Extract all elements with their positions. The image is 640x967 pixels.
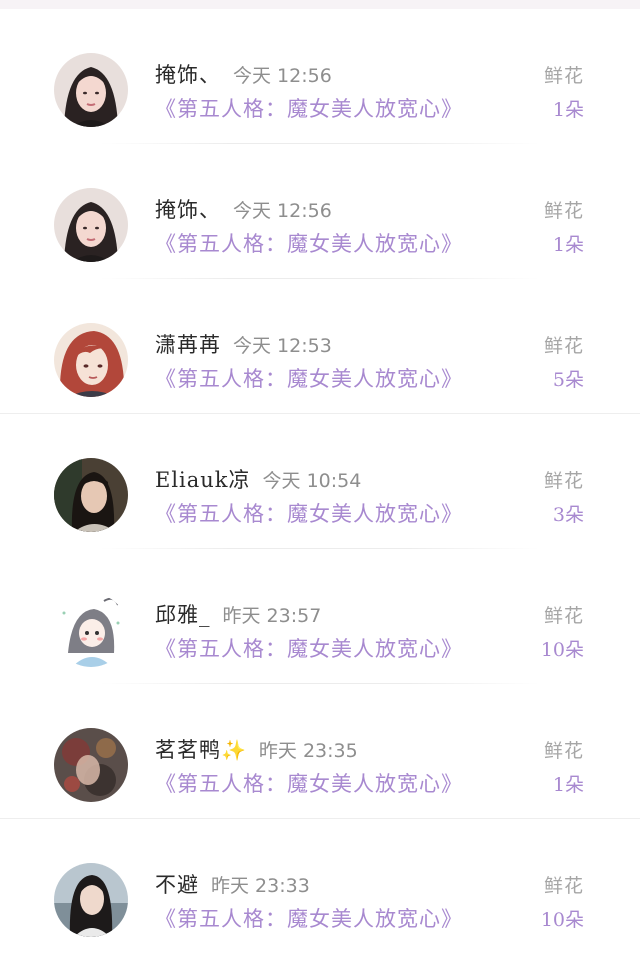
flower-label: 鲜花 bbox=[543, 740, 584, 762]
book-title[interactable]: 《第五人格：魔女美人放宽心》 bbox=[155, 633, 463, 663]
list-item[interactable]: 茗茗鸭✨ 昨天 23:35 《第五人格：魔女美人放宽心》 鲜花 1朵 bbox=[0, 684, 640, 819]
flower-label: 鲜花 bbox=[543, 65, 584, 87]
timestamp: 今天 12:53 bbox=[233, 335, 332, 357]
sparkle-icon: ✨ bbox=[221, 738, 247, 762]
user-name[interactable]: Eliauk凉 今天 10:54 bbox=[155, 464, 361, 494]
avatar[interactable] bbox=[54, 863, 128, 937]
flower-label: 鲜花 bbox=[543, 200, 584, 222]
flower-count: 1朵 bbox=[552, 234, 584, 256]
book-title[interactable]: 《第五人格：魔女美人放宽心》 bbox=[155, 93, 463, 123]
book-title[interactable]: 《第五人格：魔女美人放宽心》 bbox=[155, 228, 463, 258]
flower-label: 鲜花 bbox=[543, 875, 584, 897]
top-bar bbox=[0, 0, 640, 9]
flower-count: 1朵 bbox=[552, 99, 584, 121]
list-item[interactable]: 邱雅_ 昨天 23:57 《第五人格：魔女美人放宽心》 鲜花 10朵 bbox=[0, 549, 640, 684]
book-title[interactable]: 《第五人格：魔女美人放宽心》 bbox=[155, 903, 463, 933]
avatar[interactable] bbox=[54, 188, 128, 262]
book-title[interactable]: 《第五人格：魔女美人放宽心》 bbox=[155, 363, 463, 393]
flower-label: 鲜花 bbox=[543, 605, 584, 627]
flower-count: 5朵 bbox=[552, 369, 584, 391]
list-item[interactable]: 不避 昨天 23:33 《第五人格：魔女美人放宽心》 鲜花 10朵 bbox=[0, 819, 640, 954]
user-name[interactable]: 潇苒苒 今天 12:53 bbox=[155, 329, 332, 359]
list-item[interactable]: 掩饰、 今天 12:56 《第五人格：魔女美人放宽心》 鲜花 1朵 bbox=[0, 9, 640, 144]
flower-count: 1朵 bbox=[552, 774, 584, 796]
timestamp: 今天 12:56 bbox=[233, 200, 332, 222]
list-item[interactable]: 潇苒苒 今天 12:53 《第五人格：魔女美人放宽心》 鲜花 5朵 bbox=[0, 279, 640, 414]
avatar[interactable] bbox=[54, 593, 128, 667]
avatar[interactable] bbox=[54, 728, 128, 802]
flower-count: 10朵 bbox=[540, 639, 584, 661]
list-item[interactable]: Eliauk凉 今天 10:54 《第五人格：魔女美人放宽心》 鲜花 3朵 bbox=[0, 414, 640, 549]
book-title[interactable]: 《第五人格：魔女美人放宽心》 bbox=[155, 768, 463, 798]
timestamp: 昨天 23:57 bbox=[222, 605, 322, 627]
timestamp: 昨天 23:35 bbox=[258, 740, 358, 762]
user-name[interactable]: 茗茗鸭✨ 昨天 23:35 bbox=[155, 734, 358, 764]
flower-label: 鲜花 bbox=[543, 335, 584, 357]
user-name[interactable]: 不避 昨天 23:33 bbox=[155, 869, 310, 899]
book-title[interactable]: 《第五人格：魔女美人放宽心》 bbox=[155, 498, 463, 528]
timestamp: 今天 12:56 bbox=[233, 65, 332, 87]
avatar[interactable] bbox=[54, 323, 128, 397]
flower-count: 3朵 bbox=[552, 504, 584, 526]
list-item[interactable]: 掩饰、 今天 12:56 《第五人格：魔女美人放宽心》 鲜花 1朵 bbox=[0, 144, 640, 279]
user-name[interactable]: 掩饰、 今天 12:56 bbox=[155, 194, 332, 224]
gift-list: 掩饰、 今天 12:56 《第五人格：魔女美人放宽心》 鲜花 1朵 掩饰、 今天 1… bbox=[0, 9, 640, 954]
flower-label: 鲜花 bbox=[543, 470, 584, 492]
timestamp: 昨天 23:33 bbox=[211, 875, 310, 897]
avatar[interactable] bbox=[54, 53, 128, 127]
flower-count: 10朵 bbox=[540, 909, 584, 931]
user-name[interactable]: 邱雅_ 昨天 23:57 bbox=[155, 599, 321, 629]
user-name[interactable]: 掩饰、 今天 12:56 bbox=[155, 59, 332, 89]
timestamp: 今天 10:54 bbox=[262, 470, 362, 492]
avatar[interactable] bbox=[54, 458, 128, 532]
